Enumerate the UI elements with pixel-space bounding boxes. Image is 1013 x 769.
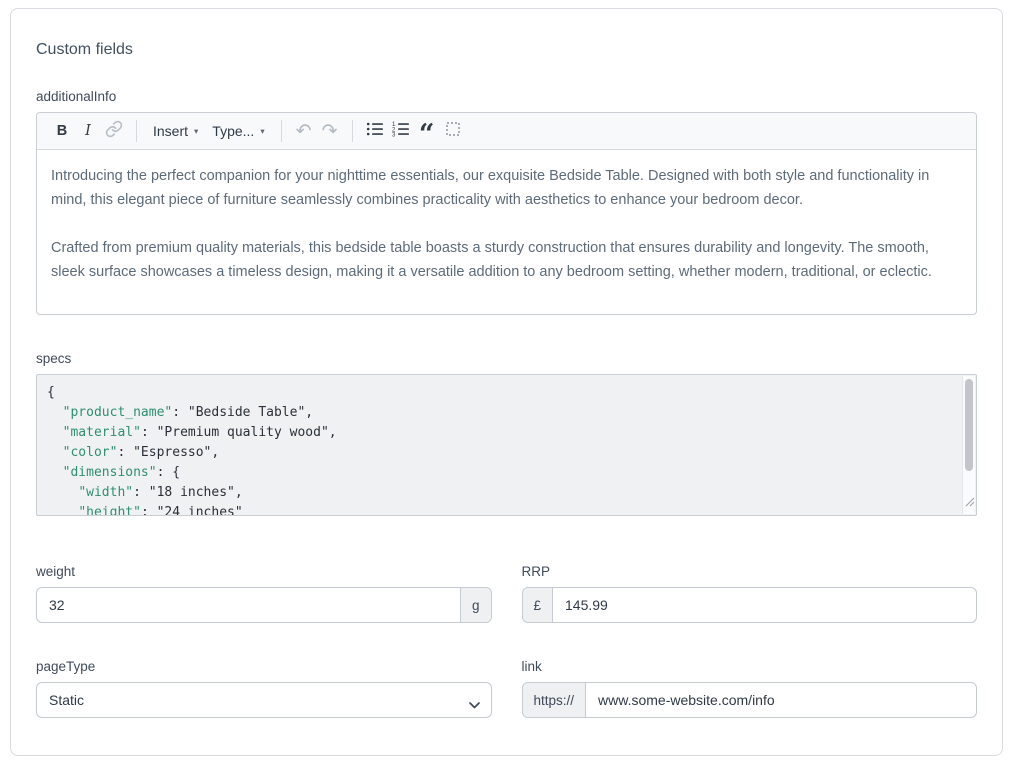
code-line: "color": "Espresso", [47, 443, 954, 463]
weight-label: weight [36, 564, 492, 579]
weight-input[interactable] [37, 588, 460, 622]
dashed-square-icon [444, 120, 462, 142]
insert-dropdown[interactable]: Insert ▾ [146, 118, 205, 144]
protocol-addon: https:// [523, 683, 587, 717]
chevron-down-icon: ▾ [194, 126, 198, 137]
toolbar-divider [281, 120, 282, 142]
link-button[interactable] [101, 118, 127, 144]
italic-button[interactable]: I [75, 118, 101, 144]
bold-button[interactable]: B [49, 118, 75, 144]
rrp-label: RRP [522, 564, 978, 579]
additional-info-label: additionalInfo [36, 89, 977, 104]
dashed-box-button[interactable] [440, 118, 466, 144]
specs-code-textarea[interactable]: { "product_name": "Bedside Table", "mate… [36, 374, 977, 516]
redo-icon: ↷ [322, 122, 338, 141]
link-field-group: link https:// [522, 659, 978, 718]
rrp-input-wrap: £ [522, 587, 978, 623]
weight-input-wrap: g [36, 587, 492, 623]
insert-dropdown-label: Insert [153, 123, 188, 139]
custom-fields-card: Custom fields additionalInfo B I Insert … [10, 8, 1003, 756]
editor-paragraph: Introducing the perfect companion for yo… [51, 164, 962, 212]
scrollbar-thumb[interactable] [965, 379, 973, 471]
code-line: "material": "Premium quality wood", [47, 423, 954, 443]
rich-text-editor: B I Insert ▾ Type... ▾ ↶ [36, 112, 977, 315]
editor-toolbar: B I Insert ▾ Type... ▾ ↶ [37, 113, 976, 150]
blockquote-icon: “ [419, 122, 435, 140]
code-line: "width": "18 inches", [47, 483, 954, 503]
bullet-list-button[interactable] [362, 118, 388, 144]
weight-unit-addon: g [460, 588, 491, 622]
chevron-down-icon: ▾ [260, 126, 264, 137]
link-label: link [522, 659, 978, 674]
code-line: "product_name": "Bedside Table", [47, 403, 954, 423]
currency-addon: £ [523, 588, 554, 622]
resize-handle-icon[interactable] [965, 494, 975, 514]
page-type-field-group: pageType Static [36, 659, 492, 718]
numbered-list-button[interactable]: 1 2 3 [388, 118, 414, 144]
link-input-wrap: https:// [522, 682, 978, 718]
rrp-input[interactable] [553, 588, 976, 622]
redo-button[interactable]: ↷ [317, 118, 343, 144]
code-line: "height": "24 inches" [47, 503, 954, 516]
blockquote-button[interactable]: “ [414, 118, 440, 144]
page-type-label: pageType [36, 659, 492, 674]
weight-field-group: weight g [36, 564, 492, 623]
specs-label: specs [36, 351, 977, 366]
bullet-list-icon [366, 120, 384, 142]
undo-button[interactable]: ↶ [291, 118, 317, 144]
editor-content-area[interactable]: Introducing the perfect companion for yo… [37, 150, 976, 284]
page-type-select-wrap: Static [36, 682, 492, 718]
editor-paragraph: Crafted from premium quality materials, … [51, 236, 962, 284]
code-line: "dimensions": { [47, 463, 954, 483]
link-input[interactable] [586, 683, 976, 717]
type-dropdown-label: Type... [212, 123, 254, 139]
toolbar-divider [136, 120, 137, 142]
toolbar-divider [352, 120, 353, 142]
link-icon [105, 120, 123, 142]
card-title: Custom fields [36, 41, 977, 59]
numbered-list-icon: 1 2 3 [392, 120, 410, 142]
svg-text:3: 3 [392, 133, 396, 138]
page-type-select[interactable]: Static [36, 682, 492, 718]
rrp-field-group: RRP £ [522, 564, 978, 623]
code-line: { [47, 383, 954, 403]
undo-icon: ↶ [296, 122, 312, 141]
type-dropdown[interactable]: Type... ▾ [205, 118, 271, 144]
